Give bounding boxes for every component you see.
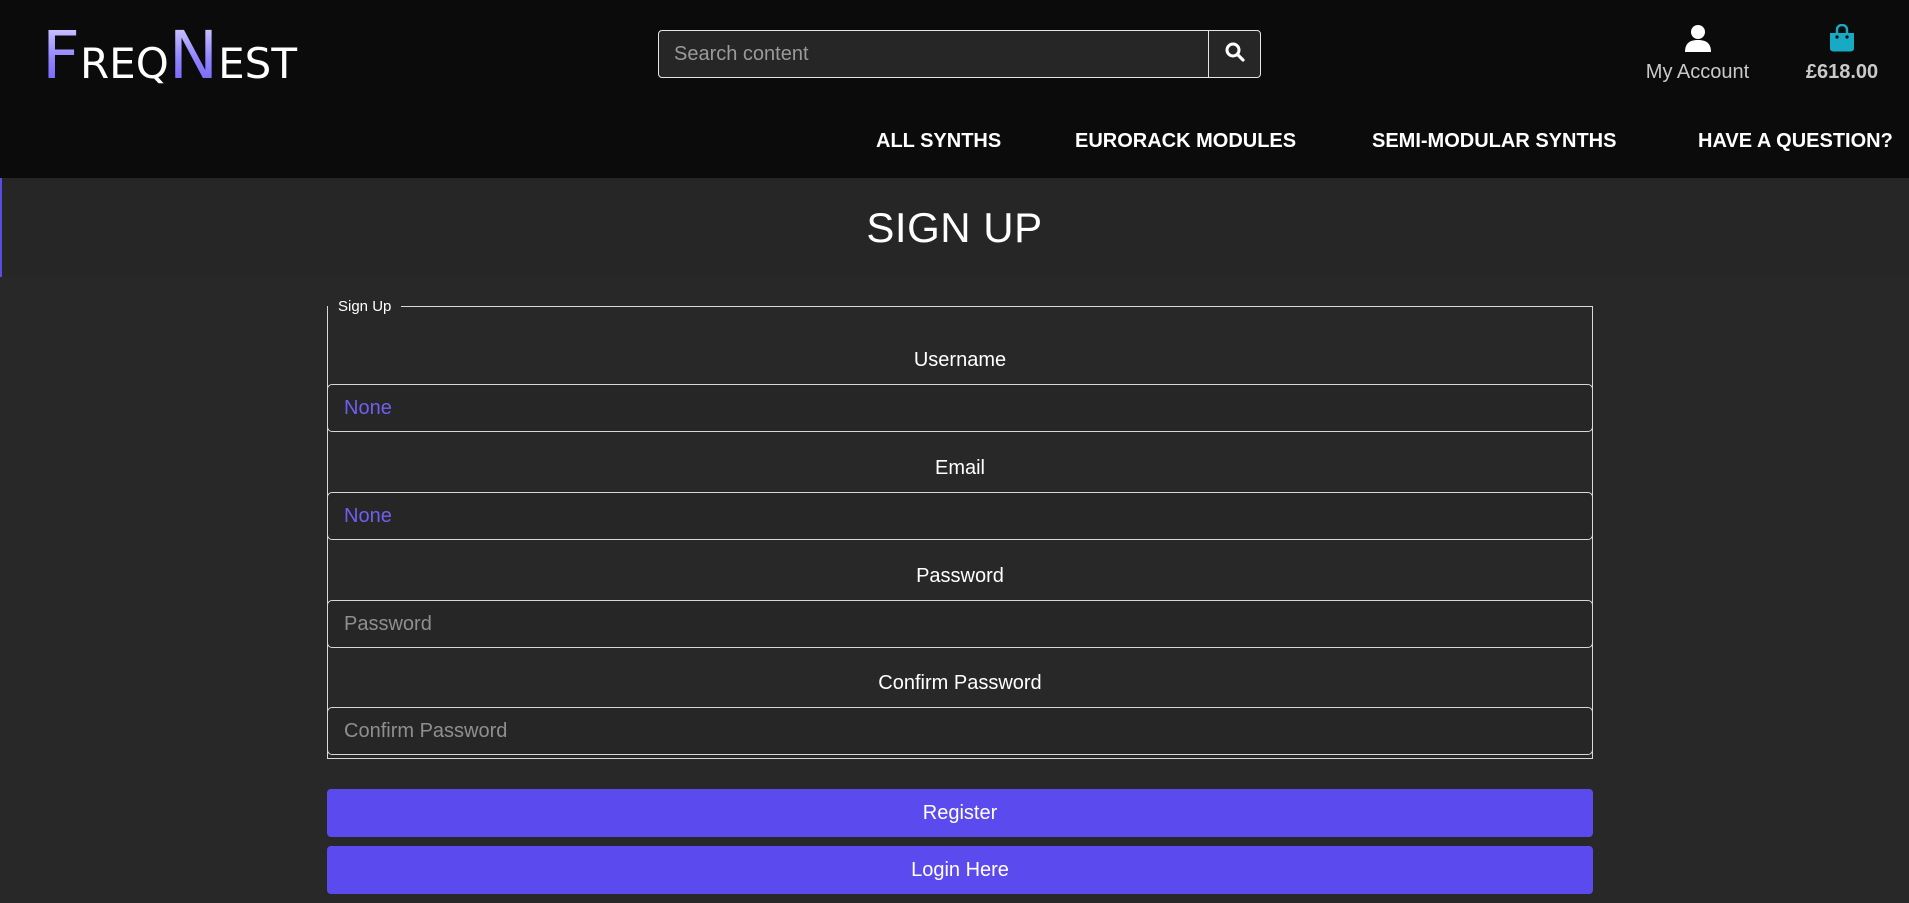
search-icon xyxy=(1225,42,1245,67)
shopping-bag-link[interactable]: £618.00 xyxy=(1795,23,1889,84)
user-icon xyxy=(1684,25,1712,56)
search-bar xyxy=(658,30,1261,78)
logo-letter-f: F xyxy=(42,17,80,94)
email-label: Email xyxy=(934,457,985,479)
nav-item-eurorack-modules[interactable]: EURORACK MODULES xyxy=(1075,130,1296,153)
username-label: Username xyxy=(913,349,1007,371)
confirm-password-label: Confirm Password xyxy=(878,672,1042,694)
nav-item-all-synths[interactable]: ALL SYNTHS xyxy=(876,130,1001,153)
logo-text-est: EST xyxy=(218,39,297,88)
site-logo[interactable]: F REQ N EST xyxy=(42,20,297,92)
password-label: Password xyxy=(916,565,1004,587)
nav-item-semi-modular-synths[interactable]: SEMI-MODULAR SYNTHS xyxy=(1372,130,1616,153)
main-nav: ALL SYNTHS EURORACK MODULES SEMI-MODULAR… xyxy=(0,130,1909,160)
signup-form: Sign Up Username Email Password Confirm … xyxy=(327,298,1593,759)
form-legend: Sign Up xyxy=(338,298,392,315)
login-here-button[interactable]: Login Here xyxy=(327,846,1593,894)
email-input[interactable] xyxy=(327,492,1593,540)
shopping-bag-icon xyxy=(1829,23,1855,56)
search-button[interactable] xyxy=(1208,31,1260,77)
password-input[interactable] xyxy=(327,600,1593,648)
search-input[interactable] xyxy=(659,31,1208,77)
register-button[interactable]: Register xyxy=(327,789,1593,837)
page-title: SIGN UP xyxy=(866,204,1043,251)
my-account-label: My Account xyxy=(1645,61,1750,83)
site-header: F REQ N EST My Account xyxy=(0,0,1909,178)
logo-letter-n: N xyxy=(168,17,219,94)
logo-text-req: REQ xyxy=(79,39,169,88)
nav-item-have-a-question[interactable]: HAVE A QUESTION? xyxy=(1698,130,1893,153)
confirm-password-input[interactable] xyxy=(327,707,1593,755)
bag-total: £618.00 xyxy=(1805,61,1879,83)
username-input[interactable] xyxy=(327,384,1593,432)
my-account-link[interactable]: My Account xyxy=(1640,24,1755,84)
